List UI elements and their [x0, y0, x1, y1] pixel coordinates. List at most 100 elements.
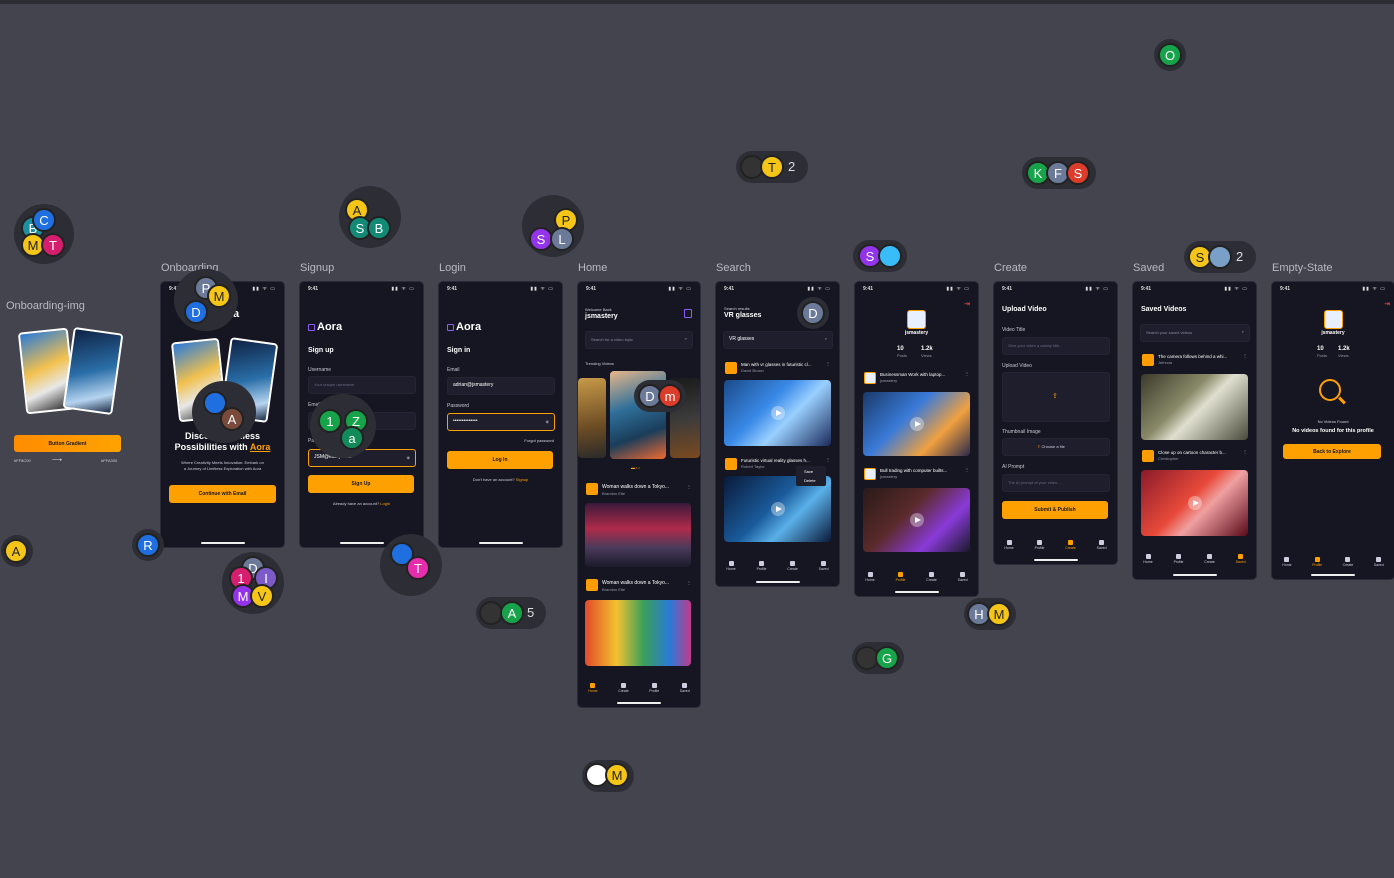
collaborator-avatar[interactable]: A: [220, 407, 244, 431]
saved-screen[interactable]: 9:41 ▮▮ ᯤ ▭ Saved Videos Search your sav…: [1133, 282, 1256, 579]
menu-delete[interactable]: Delete: [804, 478, 816, 483]
collaborator-avatar[interactable]: A: [4, 539, 28, 563]
more-icon[interactable]: ⋮: [1243, 449, 1247, 454]
home-screen[interactable]: 9:41 ▮▮ ᯤ ▭ Welcome Back jsmastery Searc…: [578, 282, 700, 707]
saved-search-input[interactable]: Search your saved videos ⌕: [1140, 324, 1250, 342]
play-icon[interactable]: [909, 417, 924, 431]
collaborator-overflow-count[interactable]: 2: [788, 159, 795, 174]
play-icon[interactable]: [909, 513, 924, 527]
search-icon[interactable]: ⌕: [1242, 329, 1244, 334]
tab-saved[interactable]: Saved: [680, 683, 690, 693]
post-1-thumbnail[interactable]: [585, 503, 691, 567]
more-icon[interactable]: ⋮: [826, 361, 830, 366]
frame-label-create[interactable]: Create: [994, 262, 1027, 274]
collaborator-avatar[interactable]: T: [406, 556, 430, 580]
tab-home[interactable]: Home: [1004, 540, 1014, 550]
search-input[interactable]: VR glasses ⌕: [723, 331, 833, 349]
upload-video-dropzone[interactable]: ⇪: [1002, 372, 1110, 422]
login-password-input[interactable]: •••••••••••••• ◉: [447, 413, 555, 431]
sign-up-button[interactable]: Sign Up: [308, 475, 414, 493]
collaborator-avatar[interactable]: C: [32, 208, 56, 232]
tab-home[interactable]: Home: [588, 683, 598, 693]
collaborator-avatar[interactable]: R: [136, 533, 160, 557]
ai-prompt-input[interactable]: The AI prompt of your video...: [1002, 474, 1110, 492]
collaborator-avatar[interactable]: L: [550, 227, 574, 251]
collaborator-avatar[interactable]: a: [340, 426, 364, 450]
tab-profile[interactable]: Profile: [649, 683, 659, 693]
profile-post-1-thumbnail[interactable]: [863, 392, 970, 456]
tab-profile[interactable]: Profile: [1174, 554, 1183, 564]
search-icon[interactable]: ⌕: [685, 336, 687, 341]
tab-saved[interactable]: Saved: [958, 572, 968, 582]
search-screen[interactable]: 9:41 ▮▮ ᯤ ▭ Search results VR glasses VR…: [716, 282, 839, 586]
tab-create[interactable]: Create: [787, 561, 798, 571]
signup-link[interactable]: Signup: [516, 477, 528, 482]
play-icon[interactable]: [1187, 496, 1202, 510]
more-icon[interactable]: ⋮: [687, 484, 691, 489]
tab-home[interactable]: Home: [865, 572, 875, 582]
logout-icon[interactable]: ⇥: [1384, 300, 1390, 308]
more-icon[interactable]: ⋮: [687, 580, 691, 585]
more-icon[interactable]: ⋮: [1243, 353, 1247, 358]
saved-post-2-thumbnail[interactable]: [1141, 470, 1248, 536]
collaborator-avatar-globe[interactable]: [878, 244, 902, 268]
collaborator-avatar[interactable]: O: [1158, 43, 1182, 67]
tab-saved[interactable]: Saved: [1097, 540, 1107, 550]
frame-label-login[interactable]: Login: [439, 262, 466, 274]
forgot-password-link[interactable]: Forgot password: [524, 438, 554, 443]
search-post-1-thumbnail[interactable]: [724, 380, 831, 446]
create-screen[interactable]: 9:41 ▮▮ ᯤ ▭ Upload Video Video Title Giv…: [994, 282, 1117, 564]
tab-create[interactable]: Create: [1343, 557, 1353, 567]
thumbnail-picker[interactable]: ⇪ Choose a file: [1002, 438, 1110, 456]
saved-post-1-thumbnail[interactable]: [1141, 374, 1248, 440]
collaborator-overflow-count[interactable]: 5: [527, 605, 534, 620]
frame-label-empty-state[interactable]: Empty-State: [1272, 262, 1333, 274]
eye-icon[interactable]: ◉: [407, 455, 411, 460]
play-icon[interactable]: [770, 406, 785, 420]
frame-label-search[interactable]: Search: [716, 262, 751, 274]
collaborator-overflow-count[interactable]: 2: [1236, 249, 1243, 264]
collaborator-avatar[interactable]: T: [760, 155, 784, 179]
profile-screen[interactable]: 9:41 ▮▮ ᯤ ▭ ⇥ jsmastery 10 Posts 1.2k Vi…: [855, 282, 978, 596]
tab-profile[interactable]: Profile: [757, 561, 766, 571]
tab-profile[interactable]: Profile: [1312, 557, 1322, 567]
collaborator-avatar[interactable]: A: [500, 601, 524, 625]
frame-label-home[interactable]: Home: [578, 262, 607, 274]
logout-icon[interactable]: ⇥: [964, 300, 970, 308]
trending-thumb-left[interactable]: [578, 378, 606, 458]
username-input[interactable]: Your unique username: [308, 376, 416, 394]
collaborator-avatar[interactable]: M: [987, 602, 1011, 626]
tab-home[interactable]: Home: [1143, 554, 1153, 564]
tab-home[interactable]: Home: [726, 561, 736, 571]
tab-create[interactable]: Create: [1204, 554, 1215, 564]
collaborator-avatar[interactable]: B: [367, 216, 391, 240]
tab-home[interactable]: Home: [1282, 557, 1292, 567]
button-gradient-sample[interactable]: Button Gradient: [14, 435, 121, 452]
collaborator-avatar[interactable]: S: [1066, 161, 1090, 185]
tab-profile[interactable]: Profile: [896, 572, 905, 582]
play-icon[interactable]: [770, 502, 785, 516]
frame-label-onboarding-img[interactable]: Onboarding-img: [6, 300, 85, 312]
frame-label-signup[interactable]: Signup: [300, 262, 334, 274]
home-search-input[interactable]: Search for a video topic ⌕: [585, 331, 693, 349]
tab-profile[interactable]: Profile: [1035, 540, 1044, 550]
eye-icon[interactable]: ◉: [546, 419, 550, 424]
log-in-button[interactable]: Log In: [447, 451, 553, 469]
tab-create[interactable]: Create: [926, 572, 937, 582]
tab-create[interactable]: Create: [1065, 540, 1076, 550]
empty-state-screen[interactable]: 9:41 ▮▮ ᯤ ▭ ⇥ jsmastery 10 Posts 1.2k Vi…: [1272, 282, 1394, 579]
continue-with-email-button[interactable]: Continue with Email: [169, 485, 276, 503]
tab-saved[interactable]: Saved: [1374, 557, 1384, 567]
more-icon[interactable]: ⋮: [965, 467, 969, 472]
onboarding-img-frame[interactable]: [8, 318, 128, 428]
collaborator-avatar[interactable]: M: [605, 763, 629, 787]
tab-saved[interactable]: Saved: [1236, 554, 1246, 564]
collaborator-avatar[interactable]: V: [250, 584, 274, 608]
video-title-input[interactable]: Give your video a catchy title...: [1002, 337, 1110, 355]
tab-create[interactable]: Create: [618, 683, 629, 693]
collaborator-avatar[interactable]: D: [801, 301, 825, 325]
collaborator-avatar[interactable]: 1: [318, 409, 342, 433]
login-email-input[interactable]: adrian@jsmastery: [447, 377, 555, 395]
collaborator-avatar[interactable]: M: [207, 284, 231, 308]
collaborator-avatar[interactable]: D: [184, 300, 208, 324]
